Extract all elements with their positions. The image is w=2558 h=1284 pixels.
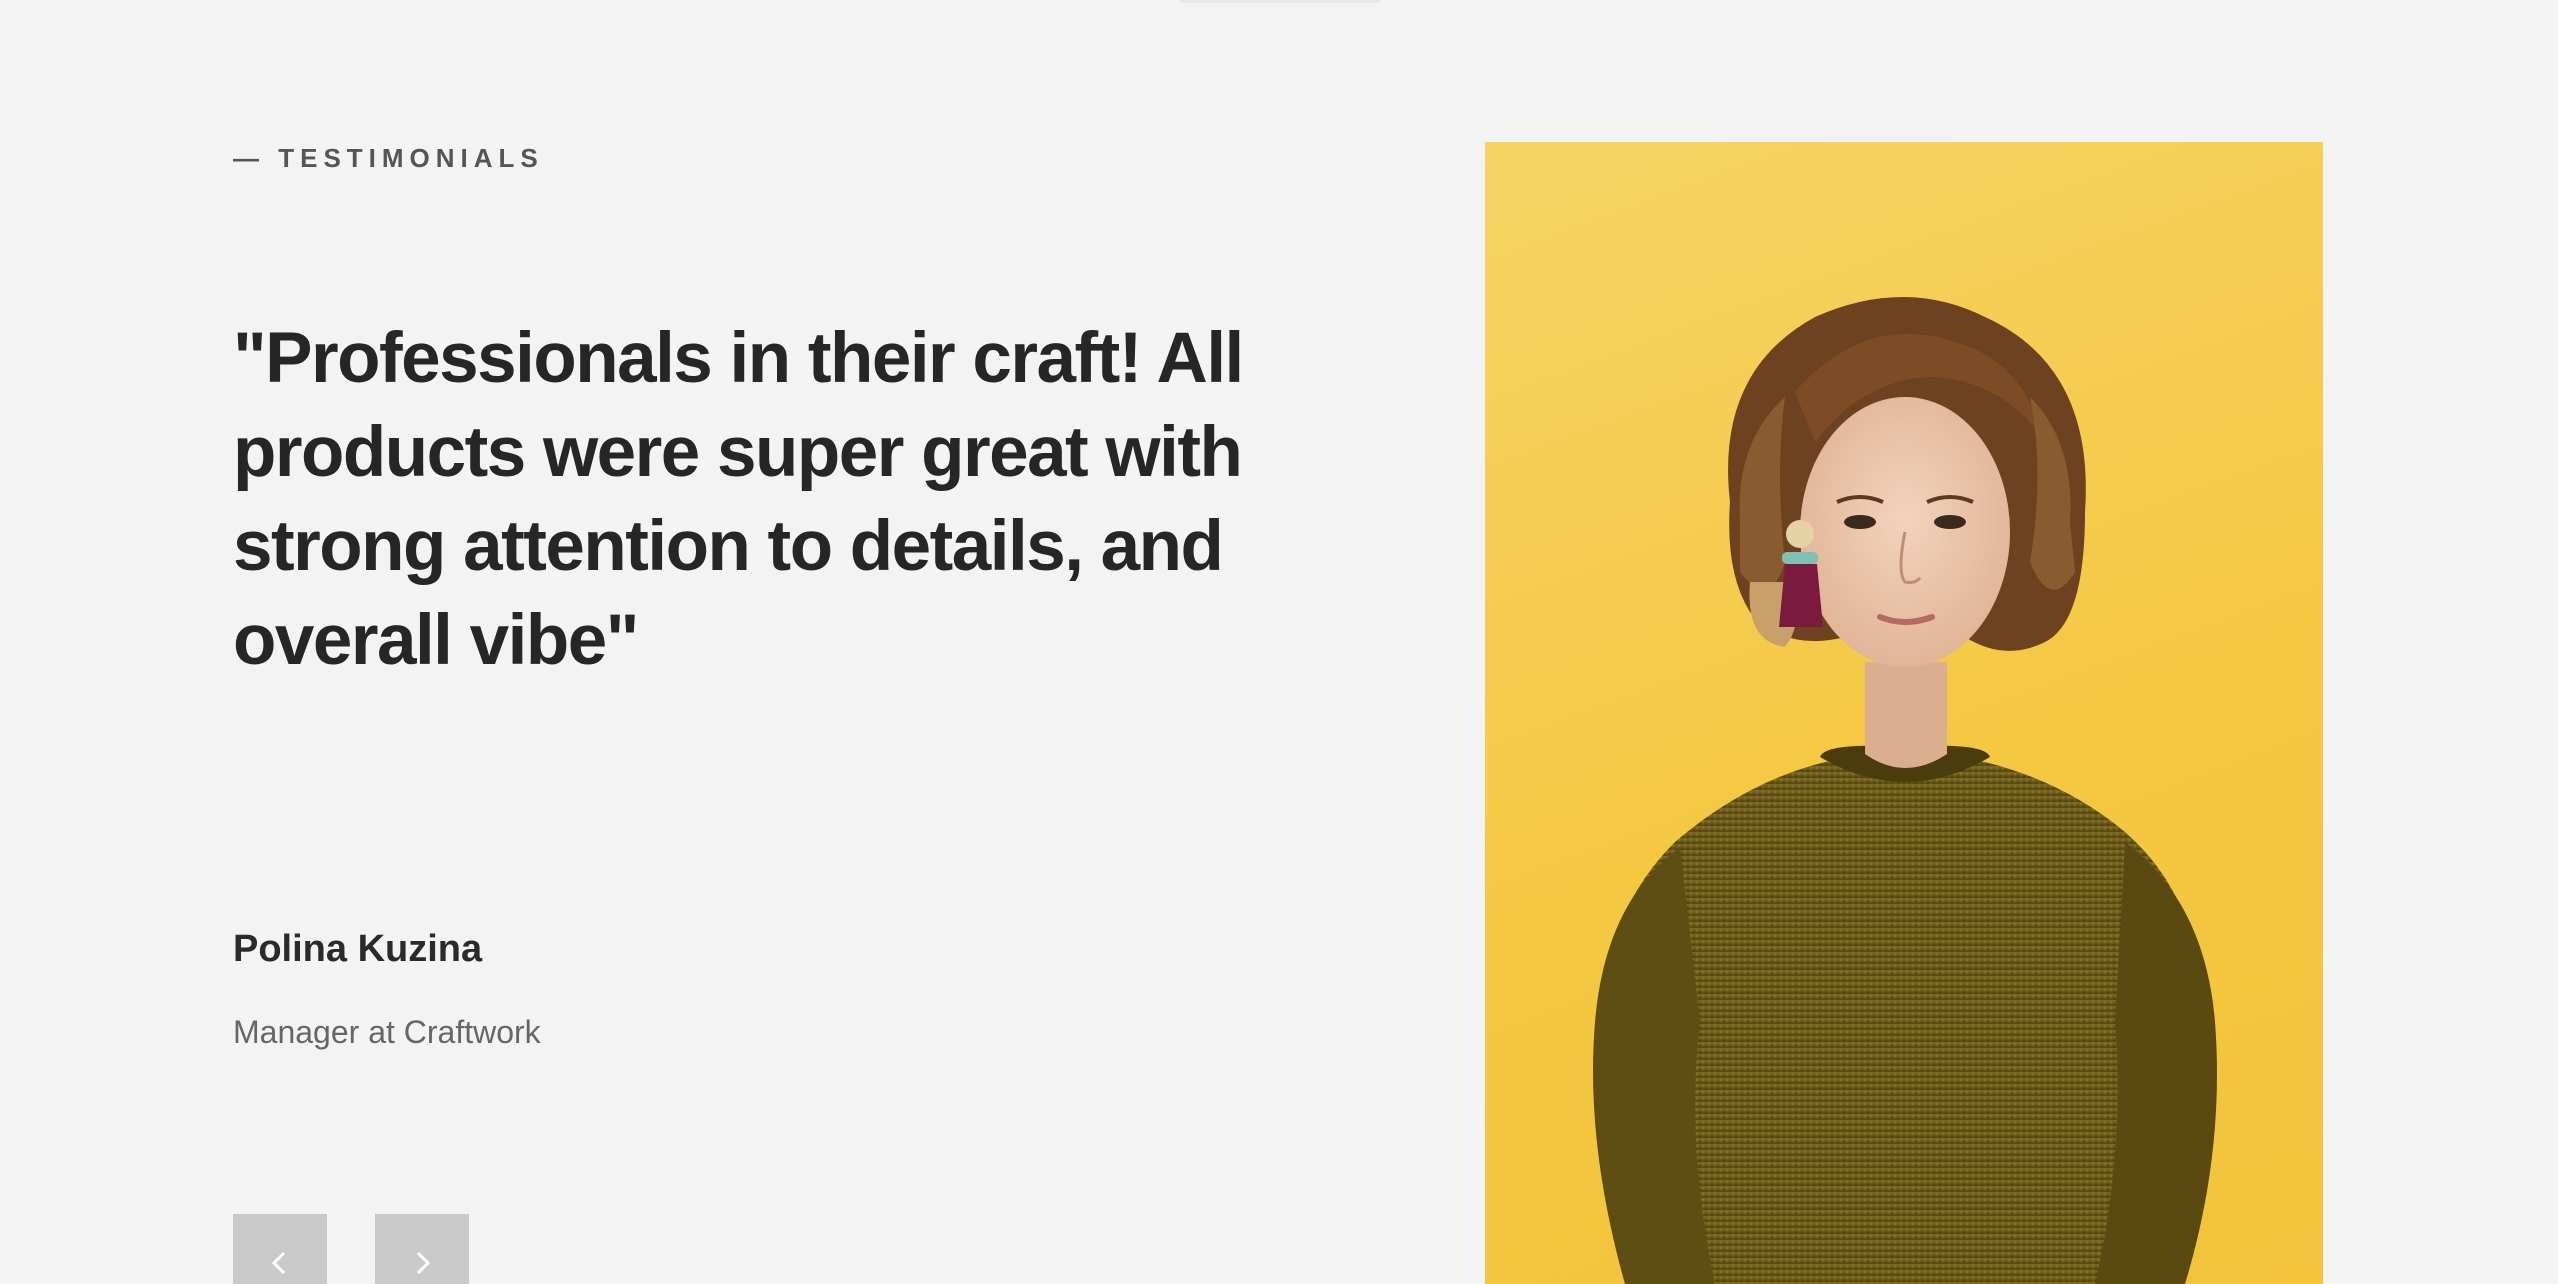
- neck: [1865, 662, 1947, 768]
- author-name: Polina Kuzina: [233, 928, 483, 970]
- earring-tassel: [1779, 564, 1823, 627]
- previous-testimonial-button[interactable]: [233, 1214, 327, 1284]
- chevron-left-icon: [271, 1251, 286, 1275]
- earring-top: [1786, 520, 1814, 548]
- testimonial-photo: [1485, 142, 2323, 1284]
- chevron-right-icon: [416, 1251, 431, 1275]
- testimonials-section: — TESTIMONIALS "Professionals in their c…: [0, 0, 2558, 1284]
- next-testimonial-button[interactable]: [375, 1214, 469, 1284]
- section-eyebrow: — TESTIMONIALS: [233, 143, 544, 173]
- top-divider: [1180, 0, 1380, 3]
- author-role: Manager at Craftwork: [233, 1014, 541, 1050]
- earring-mid: [1782, 552, 1818, 564]
- testimonial-quote: "Professionals in their craft! All produ…: [233, 319, 1244, 680]
- portrait-illustration: [1593, 297, 2217, 1284]
